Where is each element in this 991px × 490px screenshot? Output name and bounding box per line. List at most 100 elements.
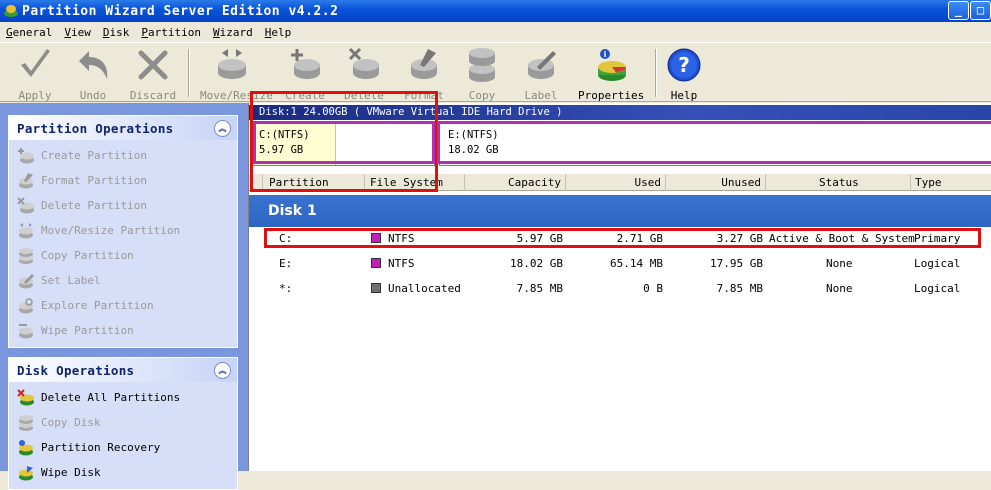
op-set-label[interactable]: Set Label [17,268,237,293]
discard-button[interactable]: Discard [121,45,185,102]
partition-e-size: 18.02 GB [448,144,499,156]
op-copy-disk[interactable]: Copy Disk [17,410,237,435]
undo-button[interactable]: Undo [61,45,125,102]
disk-operations-header[interactable]: Disk Operations ︽ [9,358,237,382]
maximize-button[interactable]: □ [970,1,991,20]
disk-operations-title: Disk Operations [17,362,135,378]
partition-operations-section: Partition Operations ︽ Create Partition … [8,115,238,348]
wipe-disk-icon [17,464,35,482]
cell-file-system: Unallocated [371,278,461,300]
help-label: Help [670,89,698,102]
window-title: Partition Wizard Server Edition v4.2.2 [22,3,339,19]
create-partition-icon [17,147,35,165]
menu-disk[interactable]: Disk [97,26,136,39]
create-label: Create [285,89,325,102]
op-create-partition[interactable]: Create Partition [17,143,237,168]
menu-help[interactable]: Help [259,26,298,39]
op-move-resize-partition[interactable]: Move/Resize Partition [17,218,237,243]
fs-label: NTFS [388,257,415,270]
left-panel: Partition Operations ︽ Create Partition … [0,103,248,490]
cell-status: None [826,282,853,295]
op-copy-partition[interactable]: Copy Partition [17,243,237,268]
partition-e-name: E:(NTFS) [448,129,499,141]
op-delete-partition[interactable]: Delete Partition [17,193,237,218]
wipe-partition-icon [17,322,35,340]
move-resize-button[interactable]: Move/Resize [200,45,273,102]
disk-row[interactable]: Disk 1 [249,195,991,227]
collapse-icon[interactable]: ︽ [214,361,231,379]
op-label: Move/Resize Partition [41,224,181,237]
column-used[interactable]: Used [566,174,666,191]
partition-operations-title: Partition Operations [17,120,174,136]
table-row[interactable]: *: Unallocated 7.85 MB 0 B 7.85 MB None … [249,278,991,300]
column-partition[interactable]: Partition [263,174,365,191]
op-label: Wipe Partition [41,324,134,337]
partition-recovery-icon [17,439,35,457]
delete-icon [346,47,382,83]
cell-partition: E: [279,257,293,270]
op-label: Set Label [41,274,101,287]
partition-operations-list: Create Partition Format Partition Delete… [9,140,237,347]
menu-view[interactable]: View [58,26,97,39]
delete-button[interactable]: Delete [332,45,396,102]
column-status[interactable]: Status [766,174,911,191]
op-label: Copy Partition [41,249,134,262]
undo-icon [75,47,111,83]
op-explore-partition[interactable]: Explore Partition [17,293,237,318]
cell-file-system: NTFS [371,228,415,250]
partition-map: C:(NTFS) 5.97 GB E:(NTFS) 18.02 GB [249,122,991,166]
minimize-button[interactable]: _ [948,1,969,20]
op-delete-all-partitions[interactable]: Delete All Partitions [17,385,237,410]
move-resize-icon [214,47,250,83]
delete-label: Delete [344,89,384,102]
op-wipe-disk[interactable]: Wipe Disk [17,460,237,485]
apply-button[interactable]: Apply [3,45,67,102]
create-button[interactable]: Create [273,45,337,102]
op-format-partition[interactable]: Format Partition [17,168,237,193]
menu-general[interactable]: General [0,26,58,39]
fs-label: Unallocated [388,282,461,295]
table-row[interactable]: E: NTFS 18.02 GB 65.14 MB 17.95 GB None … [249,253,991,275]
cell-type: Logical [914,257,961,270]
copy-button[interactable]: Copy [450,45,514,102]
op-partition-recovery[interactable]: Partition Recovery [17,435,237,460]
format-partition-icon [17,172,35,190]
properties-label: Properties [578,89,645,102]
properties-button[interactable]: i Properties [578,45,645,102]
svg-text:?: ? [678,53,690,77]
menu-wizard[interactable]: Wizard [207,26,259,39]
explore-partition-icon [17,297,35,315]
column-type[interactable]: Type [911,174,991,191]
copy-icon [464,47,500,83]
cell-capacity: 7.85 MB [516,282,563,295]
cell-file-system: NTFS [371,253,415,275]
cell-used: 0 B [643,282,663,295]
move-resize-partition-icon [17,222,35,240]
disk-operations-section: Disk Operations ︽ Delete All Partitions … [8,357,238,490]
disk-header-bar[interactable]: Disk:1 24.00GB ( VMware Virtual IDE Hard… [249,105,991,120]
app-icon [3,3,19,19]
main-panel: Disk:1 24.00GB ( VMware Virtual IDE Hard… [248,103,991,471]
delete-all-partitions-icon [17,388,35,407]
column-capacity[interactable]: Capacity [465,174,566,191]
fs-color-swatch [371,283,381,293]
op-label: Delete All Partitions [41,391,181,404]
cell-unused: 17.95 GB [710,257,763,270]
op-label: Wipe Disk [41,466,101,479]
column-unused[interactable]: Unused [666,174,766,191]
cell-used: 65.14 MB [610,257,663,270]
op-wipe-partition[interactable]: Wipe Partition [17,318,237,343]
partition-operations-header[interactable]: Partition Operations ︽ [9,116,237,140]
partition-block-c[interactable]: C:(NTFS) 5.97 GB [251,122,435,166]
column-file-system[interactable]: File System [365,174,465,191]
table-row[interactable]: C: NTFS 5.97 GB 2.71 GB 3.27 GB Active &… [249,228,991,250]
label-button[interactable]: Label [509,45,573,102]
format-button[interactable]: Format [392,45,456,102]
partition-block-e[interactable]: E:(NTFS) 18.02 GB [439,122,991,166]
collapse-icon[interactable]: ︽ [214,119,231,137]
cell-capacity: 18.02 GB [510,257,563,270]
help-button[interactable]: ? Help [652,45,716,102]
toolbar-separator [188,49,190,97]
copy-disk-icon [17,414,35,432]
menu-partition[interactable]: Partition [135,26,207,39]
